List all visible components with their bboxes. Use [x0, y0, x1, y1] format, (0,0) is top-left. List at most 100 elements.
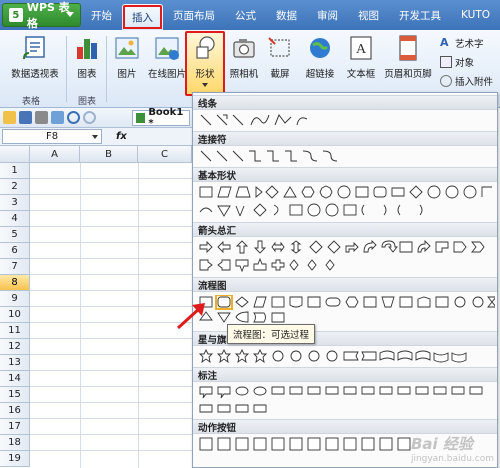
section-title-lines: 线条 — [193, 95, 497, 110]
shapes-button[interactable]: 形状 — [188, 32, 222, 92]
picture-button[interactable]: 图片 — [110, 32, 144, 92]
grid-line — [30, 402, 192, 403]
attachment-label: 插入附件 — [455, 77, 494, 88]
grid-line — [30, 242, 192, 243]
watermark-sub: jingyan.baidu.com — [410, 454, 494, 464]
block-arrows-grid[interactable] — [199, 240, 495, 274]
row-header[interactable]: 5 — [0, 227, 30, 243]
row-header[interactable]: 17 — [0, 419, 30, 435]
object-button[interactable]: 对象 — [440, 55, 474, 69]
textbox-icon: A — [350, 36, 372, 60]
row-header[interactable]: 10 — [0, 307, 30, 323]
group-label-chart: 图表 — [78, 97, 97, 107]
row-header[interactable]: 14 — [0, 371, 30, 387]
chart-label: 图表 — [77, 69, 97, 80]
row-header[interactable]: 16 — [0, 403, 30, 419]
tab-kuto[interactable]: KUTO — [451, 0, 500, 30]
tab-home[interactable]: 开始 — [81, 0, 122, 30]
redo-icon[interactable] — [83, 111, 96, 124]
row-header[interactable]: 9 — [0, 291, 30, 307]
pivot-table-button[interactable]: 数据透视表 — [6, 32, 64, 92]
tab-insert[interactable]: 插入 — [122, 4, 164, 30]
print-preview-icon[interactable] — [51, 111, 64, 124]
picture-icon — [115, 37, 139, 59]
grid-line — [30, 194, 192, 195]
column-header[interactable]: C — [138, 146, 192, 163]
camera-button[interactable]: 照相机 — [226, 32, 262, 92]
grid-line — [30, 274, 192, 275]
select-all-corner[interactable] — [0, 146, 30, 163]
pivot-table-icon — [23, 36, 45, 60]
group-label-table: 表格 — [22, 97, 41, 107]
undo-icon[interactable] — [67, 111, 80, 124]
tab-data[interactable]: 数据 — [266, 0, 307, 30]
name-box[interactable]: F8 — [2, 129, 102, 144]
row-header[interactable]: 18 — [0, 435, 30, 451]
shape-tooltip: 流程图：可选过程 — [227, 324, 316, 344]
grid-line — [30, 434, 192, 435]
grid-line — [80, 163, 81, 468]
online-picture-icon — [155, 37, 179, 60]
app-menu-button[interactable]: 5 WPS 表格 — [2, 1, 82, 30]
column-header[interactable]: B — [80, 146, 138, 163]
row-header[interactable]: 4 — [0, 211, 30, 227]
camera-label: 照相机 — [229, 69, 259, 80]
fx-icon[interactable]: fx — [116, 131, 127, 142]
chevron-down-icon — [202, 83, 208, 87]
grid-line — [30, 354, 192, 355]
ribbon-divider — [66, 36, 67, 102]
connector-shapes-row[interactable] — [199, 149, 349, 163]
wordart-button[interactable]: A 艺术字 — [440, 36, 484, 51]
attachment-button[interactable]: 插入附件 — [440, 74, 493, 88]
grid-line — [30, 450, 192, 451]
grid-line — [30, 290, 192, 291]
shapes-dropdown: 线条 连接符 基本形状 箭头总汇 流程图 星与旗帜 标注 动作按钮 — [192, 92, 498, 468]
online-picture-button[interactable]: 在线图片 — [146, 32, 188, 92]
row-header[interactable]: 7 — [0, 259, 30, 275]
chart-button[interactable]: 图表 — [70, 32, 104, 92]
picture-label: 图片 — [117, 69, 137, 80]
textbox-label: 文本框 — [346, 69, 376, 80]
tab-review[interactable]: 审阅 — [307, 0, 348, 30]
tab-view[interactable]: 视图 — [348, 0, 389, 30]
tab-formula[interactable]: 公式 — [225, 0, 266, 30]
tab-page-layout[interactable]: 页面布局 — [163, 0, 225, 30]
row-header[interactable]: 12 — [0, 339, 30, 355]
save-icon[interactable] — [19, 111, 32, 124]
row-header[interactable]: 6 — [0, 243, 30, 259]
row-header[interactable]: 19 — [0, 451, 30, 467]
spreadsheet-icon — [136, 113, 146, 123]
section-title-action-buttons: 动作按钮 — [193, 419, 497, 434]
row-header[interactable]: 3 — [0, 195, 30, 211]
screenshot-button[interactable]: 截屏 — [264, 32, 296, 92]
print-icon[interactable] — [35, 111, 48, 124]
workbook-tab[interactable]: Book1 * — [132, 107, 190, 129]
open-icon[interactable] — [3, 111, 16, 124]
textbox-button[interactable]: A 文本框 — [344, 32, 378, 92]
row-header[interactable]: 13 — [0, 355, 30, 371]
row-header[interactable]: 15 — [0, 387, 30, 403]
flowchart-shapes-grid[interactable] — [199, 295, 495, 325]
row-header-selected[interactable]: 8 — [0, 275, 30, 291]
wps-logo-icon: 5 — [9, 8, 23, 22]
grid-line — [30, 322, 192, 323]
row-header[interactable]: 2 — [0, 179, 30, 195]
basic-shapes-grid[interactable] — [199, 185, 495, 219]
wordart-icon: A — [440, 36, 449, 49]
column-header[interactable]: A — [30, 146, 80, 163]
hyperlink-button[interactable]: 超链接 — [302, 32, 338, 92]
svg-text:A: A — [356, 42, 367, 57]
row-header[interactable]: 1 — [0, 163, 30, 179]
spreadsheet-grid[interactable]: A B C 1 2 3 4 5 6 7 8 9 10 11 12 13 14 1… — [0, 146, 192, 468]
header-footer-icon — [399, 35, 417, 61]
row-header[interactable]: 11 — [0, 323, 30, 339]
stars-banners-row[interactable] — [199, 349, 495, 363]
section-title-callouts: 标注 — [193, 367, 497, 382]
line-shapes-row[interactable] — [199, 113, 309, 127]
grid-line — [30, 226, 192, 227]
grid-line — [30, 418, 192, 419]
annotation-arrow — [176, 303, 205, 330]
header-footer-button[interactable]: 页眉和页脚 — [384, 32, 432, 92]
tab-developer[interactable]: 开发工具 — [389, 0, 451, 30]
callouts-grid[interactable] — [199, 385, 495, 419]
